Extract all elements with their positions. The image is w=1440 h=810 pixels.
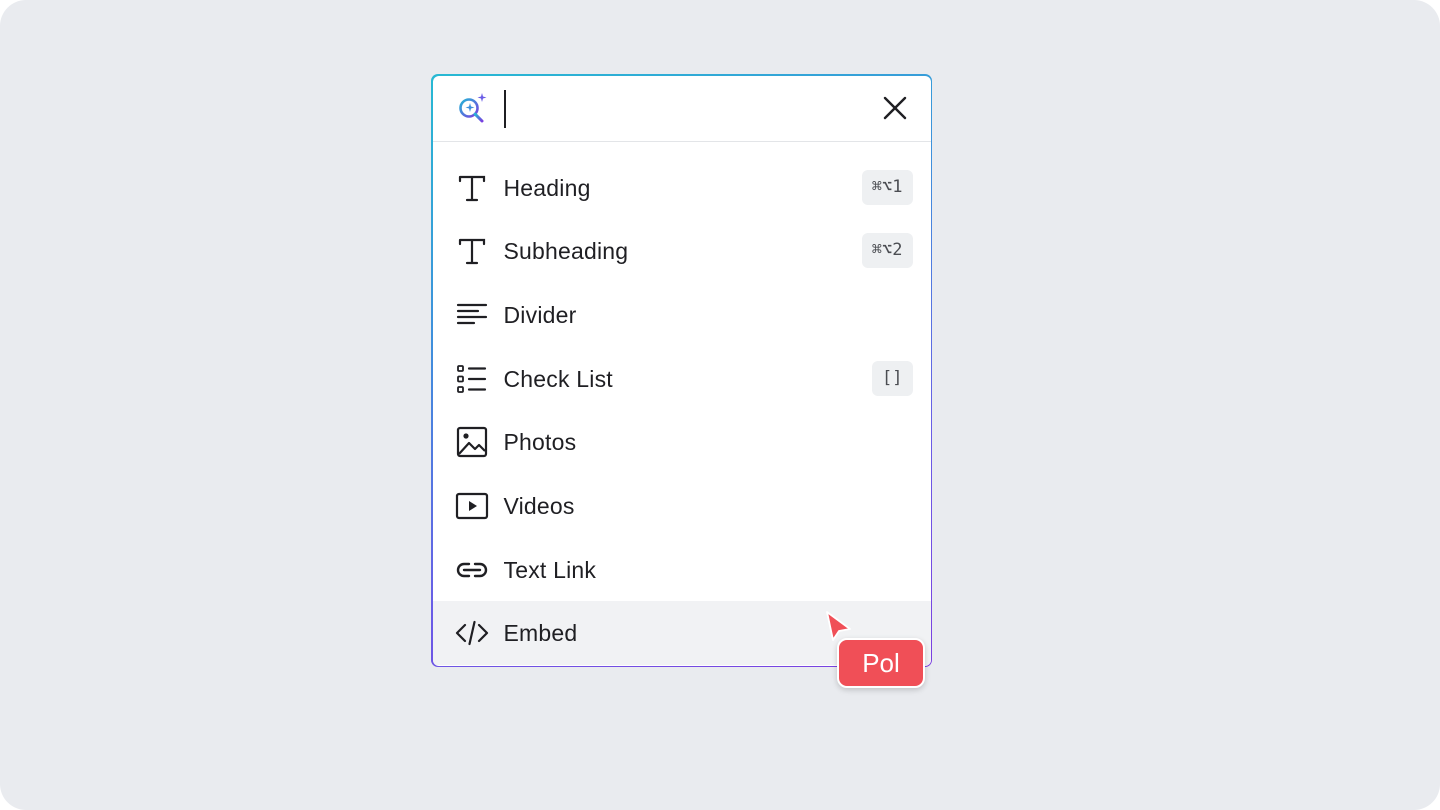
search-input[interactable] bbox=[507, 89, 852, 130]
heading-icon bbox=[458, 175, 485, 201]
menu-item-label: Divider bbox=[503, 301, 577, 328]
menu-item-text-link[interactable]: Text Link bbox=[433, 538, 931, 602]
search-row bbox=[432, 76, 931, 142]
text-caret bbox=[503, 89, 506, 128]
shortcut-badge: ⌘⌥2 bbox=[861, 233, 913, 269]
menu-item-label: Videos bbox=[503, 492, 575, 519]
menu-item-label: Check List bbox=[503, 365, 613, 392]
menu-item-label: Text Link bbox=[503, 556, 597, 583]
subheading-icon bbox=[458, 239, 485, 265]
insert-menu-panel: Heading ⌘⌥1 Subheading ⌘⌥2 Divider Check… bbox=[432, 75, 931, 666]
menu-item-heading[interactable]: Heading ⌘⌥1 bbox=[433, 156, 931, 220]
canvas-background: Heading ⌘⌥1 Subheading ⌘⌥2 Divider Check… bbox=[0, 0, 1440, 810]
collaborator-name-tag: Pol bbox=[837, 638, 925, 688]
magic-search-icon bbox=[458, 92, 486, 122]
divider-icon bbox=[456, 303, 487, 324]
menu-item-photos[interactable]: Photos bbox=[433, 410, 931, 474]
menu-item-label: Embed bbox=[503, 620, 578, 647]
link-icon bbox=[456, 562, 487, 577]
photo-icon bbox=[456, 427, 487, 458]
shortcut-badge: [] bbox=[872, 360, 913, 396]
menu-item-divider[interactable]: Divider bbox=[433, 283, 931, 347]
code-icon bbox=[455, 621, 488, 646]
checklist-icon bbox=[456, 364, 486, 393]
shortcut-badge: ⌘⌥1 bbox=[861, 169, 913, 205]
menu-item-subheading[interactable]: Subheading ⌘⌥2 bbox=[433, 219, 931, 283]
insert-menu-popover: Heading ⌘⌥1 Subheading ⌘⌥2 Divider Check… bbox=[431, 74, 932, 667]
menu-item-check-list[interactable]: Check List [] bbox=[433, 347, 931, 411]
video-icon bbox=[455, 492, 488, 520]
menu-item-videos[interactable]: Videos bbox=[433, 474, 931, 538]
menu-item-label: Heading bbox=[503, 174, 591, 201]
menu-item-label: Subheading bbox=[503, 238, 629, 265]
menu-item-label: Photos bbox=[503, 429, 577, 456]
close-icon[interactable] bbox=[881, 94, 909, 122]
insert-options-list: Heading ⌘⌥1 Subheading ⌘⌥2 Divider Check… bbox=[432, 156, 931, 665]
